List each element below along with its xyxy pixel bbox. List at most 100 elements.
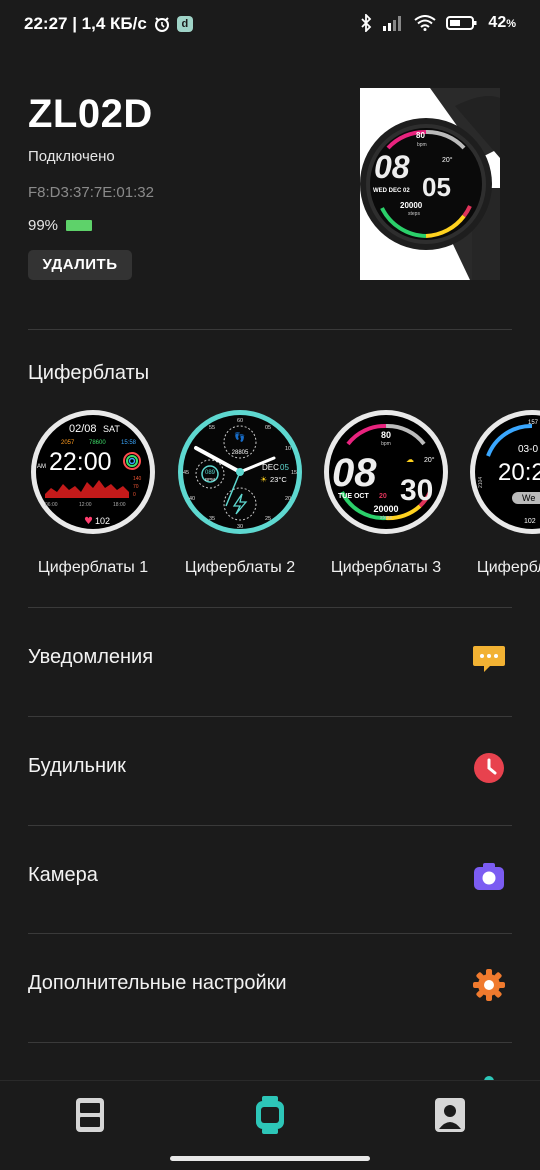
device-mac-address: F8:D3:37:7E:01:32 (28, 184, 154, 201)
alarm-icon (154, 17, 169, 32)
alarm-row[interactable]: Будильник (0, 717, 540, 825)
device-battery: 99% (28, 217, 93, 234)
svg-text:30: 30 (237, 524, 243, 530)
svg-text:☀: ☀ (260, 475, 267, 484)
device-battery-value: 99% (28, 217, 59, 234)
svg-text:30: 30 (400, 474, 433, 507)
svg-text:05: 05 (280, 463, 289, 472)
svg-text:22:00: 22:00 (49, 448, 112, 476)
watch-face-3[interactable]: 80 bpm 08 30 ☁ 20° TUE OCT 20 20000 step… (318, 408, 454, 577)
svg-text:08: 08 (332, 451, 377, 495)
photo-hour: 08 (374, 149, 410, 185)
svg-text:25: 25 (265, 516, 271, 522)
svg-text:20: 20 (285, 496, 291, 502)
watch-face-3-preview: 80 bpm 08 30 ☁ 20° TUE OCT 20 20000 step… (324, 410, 448, 534)
svg-text:45: 45 (183, 470, 189, 476)
battery-percent: 42% (488, 14, 516, 31)
watch-face-1-preview: 02/08 SAT 2057 78600 15:58 AM 22:00 06:0… (31, 410, 155, 534)
svg-text:12:00: 12:00 (79, 502, 92, 508)
bluetooth-icon (361, 14, 372, 32)
alarm-label: Будильник (28, 755, 126, 777)
svg-text:70: 70 (133, 484, 139, 490)
wifi-icon (414, 15, 437, 31)
svg-text:♥: ♥ (84, 516, 93, 527)
bottom-navigation (0, 1080, 540, 1149)
watch-face-2-preview: 60 55 05 10 15 45 40 20 35 30 25 👣 28805… (178, 410, 302, 534)
connection-status: Подключено (28, 148, 115, 165)
watch-face-2[interactable]: 60 55 05 10 15 45 40 20 35 30 25 👣 28805… (172, 408, 308, 577)
photo-date: WED DEC 02 (373, 188, 410, 194)
photo-minute: 05 (422, 172, 451, 202)
camera-icon (474, 863, 504, 890)
svg-text:140: 140 (133, 476, 142, 482)
watch-face-2-label: Циферблаты 2 (184, 559, 296, 576)
svg-text:0: 0 (133, 492, 136, 498)
svg-text:20:2: 20:2 (498, 459, 540, 486)
svg-text:bpm: bpm (381, 441, 391, 447)
svg-text:DEC: DEC (262, 463, 279, 472)
data-cards-icon[interactable] (72, 1095, 108, 1135)
signal-icon (383, 16, 402, 31)
watch-faces-carousel[interactable]: 02/08 SAT 2057 78600 15:58 AM 22:00 06:0… (0, 408, 540, 588)
svg-text:TUE OCT: TUE OCT (338, 493, 369, 500)
watch-icon[interactable] (252, 1095, 288, 1135)
photo-temp: 20° (442, 156, 453, 164)
svg-text:102: 102 (524, 518, 536, 525)
photo-bpm-unit: bpm (417, 142, 427, 148)
device-name: ZL02D (28, 92, 153, 136)
watch-face-1-label: Циферблаты 1 (37, 559, 149, 576)
gear-icon (473, 969, 505, 1001)
notifications-row[interactable]: Уведомления (0, 608, 540, 716)
svg-text:20°: 20° (424, 456, 435, 464)
watch-face-3-label: Циферблаты 3 (330, 559, 442, 576)
svg-text:We: We (522, 493, 535, 503)
advanced-settings-label: Дополнительные настройки (28, 972, 287, 994)
svg-text:steps: steps (380, 515, 392, 521)
battery-icon (446, 16, 477, 30)
svg-text:👣: 👣 (234, 431, 245, 443)
device-battery-bar (66, 220, 93, 231)
camera-row[interactable]: Камера (0, 826, 540, 934)
profile-icon[interactable] (432, 1095, 468, 1135)
svg-text:157: 157 (528, 420, 539, 426)
status-bar: 22:27 | 1,4 КБ/с d 42% (0, 0, 540, 50)
divider (28, 1042, 512, 1043)
alarm-clock-icon (474, 753, 504, 783)
svg-text:AM: AM (37, 464, 46, 470)
message-icon (473, 646, 505, 672)
svg-text:15: 15 (291, 470, 297, 476)
svg-text:089: 089 (205, 470, 216, 476)
svg-text:78600: 78600 (89, 440, 106, 446)
svg-text:55: 55 (209, 425, 215, 431)
svg-text:2104: 2104 (478, 477, 484, 488)
svg-text:15:58: 15:58 (121, 440, 137, 446)
watch-face-4-preview: 157 03-0 20:2 We 2104 102 (470, 410, 540, 534)
advanced-settings-row[interactable]: Дополнительные настройки (0, 934, 540, 1042)
svg-text:20000: 20000 (373, 504, 398, 514)
photo-steps: 20000 (400, 201, 423, 210)
svg-text:06:00: 06:00 (45, 502, 58, 508)
watch-face-4-label: Циферблаты 4 (476, 559, 540, 576)
watch-face-4[interactable]: 157 03-0 20:2 We 2104 102 Циферблаты 4 (464, 408, 540, 577)
svg-text:102: 102 (95, 516, 110, 526)
svg-text:2057: 2057 (61, 440, 75, 446)
svg-text:20: 20 (379, 493, 387, 500)
svg-text:18:00: 18:00 (113, 502, 126, 508)
watch-faces-title: Циферблаты (28, 362, 150, 384)
device-photo: 80 bpm 08 05 20° WED DEC 02 20000 steps (360, 88, 500, 280)
app-notification-icon: d (176, 16, 193, 32)
status-time: 22:27 | 1,4 КБ/с (24, 14, 147, 33)
svg-text:60: 60 (237, 418, 243, 424)
svg-text:35: 35 (209, 516, 215, 522)
watch-face-1[interactable]: 02/08 SAT 2057 78600 15:58 AM 22:00 06:0… (25, 408, 161, 577)
svg-text:02/08: 02/08 (69, 423, 97, 435)
svg-text:28805: 28805 (232, 450, 249, 456)
photo-steps-unit: steps (408, 211, 420, 217)
svg-text:03-0: 03-0 (518, 444, 538, 455)
delete-device-button[interactable]: УДАЛИТЬ (28, 250, 132, 280)
home-indicator[interactable] (170, 1156, 370, 1161)
svg-text:☁: ☁ (406, 455, 414, 464)
svg-text:40: 40 (189, 496, 195, 502)
svg-text:SAT: SAT (103, 424, 120, 434)
camera-label: Камера (28, 864, 98, 886)
